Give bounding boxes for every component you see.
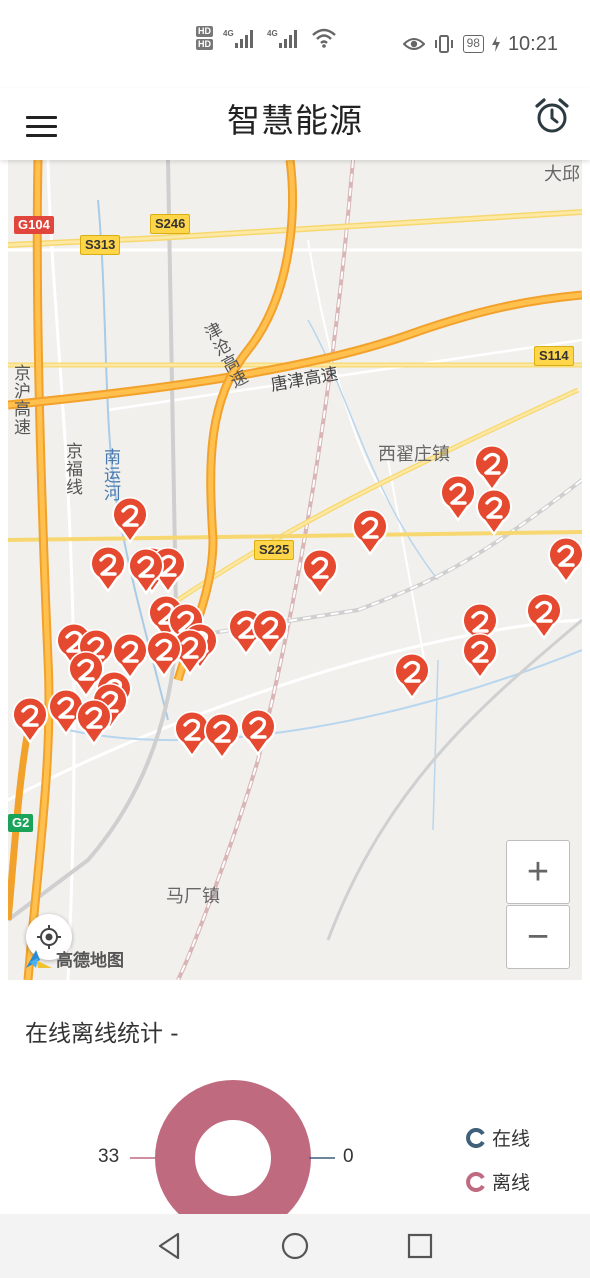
clock-time: 10:21: [507, 32, 558, 55]
offline-count: 33: [98, 1146, 120, 1167]
status-right-group: 98 10:21: [402, 30, 558, 58]
back-button[interactable]: [152, 1228, 188, 1264]
vibrate-icon: [434, 35, 453, 53]
recents-button[interactable]: [402, 1228, 438, 1264]
place-label: 马厂镇: [166, 886, 220, 907]
plus-icon: +: [526, 851, 550, 893]
station-pin[interactable]: [472, 486, 516, 538]
status-bar: HD HD 4G 4G 98 10:21: [0, 0, 590, 88]
road-label: 京福线: [62, 442, 82, 496]
app-screen: HD HD 4G 4G 98 10:21 智慧能源 西翟庄镇 马厂镇 大邱 津沧…: [0, 0, 590, 1278]
station-pin[interactable]: [544, 534, 582, 586]
amap-logo-icon: [26, 949, 52, 968]
alarm-button[interactable]: [532, 96, 572, 136]
route-shield: S246: [150, 214, 191, 234]
recents-square-icon: [407, 1233, 433, 1259]
station-pin[interactable]: [458, 630, 502, 682]
legend-label: 在线: [492, 1128, 531, 1150]
legend-ring-icon: [466, 1171, 485, 1192]
eye-icon: [402, 38, 425, 50]
legend-online[interactable]: 在线: [466, 1124, 530, 1151]
wifi-icon: [312, 28, 336, 48]
home-circle-icon: [281, 1232, 309, 1260]
route-shield: G2: [8, 814, 34, 832]
station-pin[interactable]: [522, 590, 566, 642]
station-pin[interactable]: [236, 706, 280, 758]
station-pin[interactable]: [390, 650, 434, 702]
signal-4g-icon-2: 4G: [267, 29, 297, 48]
back-triangle-icon: [158, 1232, 180, 1260]
page-title: 智慧能源: [227, 101, 363, 140]
donut-slice-offline: [155, 1080, 311, 1220]
home-button[interactable]: [277, 1228, 313, 1264]
place-label: 西翟庄镇: [378, 444, 450, 465]
online-count: 0: [343, 1146, 354, 1167]
minus-icon: −: [526, 916, 550, 958]
hd-badges: HD HD: [196, 26, 213, 50]
route-shield: S225: [254, 540, 295, 560]
route-shield: S114: [534, 346, 574, 366]
station-pin[interactable]: [8, 694, 52, 746]
route-shield: S313: [80, 235, 121, 255]
brand-text: 高德地图: [56, 951, 124, 971]
station-pin[interactable]: [108, 494, 152, 546]
map-view[interactable]: 西翟庄镇 马厂镇 大邱 津沧高速 唐津高速 南运河 京福线 京沪高速 G104 …: [8, 160, 582, 980]
zoom-out-button[interactable]: −: [506, 905, 570, 969]
alarm-clock-icon: [535, 98, 569, 133]
hd-badge-1: HD: [196, 26, 213, 37]
legend-label: 离线: [492, 1172, 531, 1194]
place-label: 大邱: [544, 164, 580, 185]
system-nav-bar: [0, 1214, 590, 1278]
status-donut-chart: 33 0 在线 离线: [0, 1060, 590, 1220]
route-shield: G104: [14, 216, 54, 234]
signal-group: HD HD 4G 4G: [196, 26, 337, 50]
road-label: 京沪高速: [10, 364, 30, 436]
battery-level: 98: [462, 35, 484, 53]
station-pin[interactable]: [142, 628, 186, 680]
station-pin[interactable]: [248, 606, 292, 658]
hd-badge-2: HD: [196, 39, 213, 50]
signal-4g-icon: 4G: [223, 29, 253, 48]
svg-text:4G: 4G: [223, 29, 234, 38]
station-pin[interactable]: [348, 506, 392, 558]
legend-ring-icon: [466, 1127, 485, 1148]
stats-title: 在线离线统计 -: [25, 1021, 179, 1047]
map-brand: 高德地图: [24, 946, 124, 971]
legend-offline[interactable]: 离线: [466, 1168, 530, 1195]
station-pin[interactable]: [298, 546, 342, 598]
svg-text:4G: 4G: [267, 29, 278, 38]
app-header: 智慧能源: [0, 88, 590, 160]
charging-icon: [491, 36, 500, 52]
station-pin[interactable]: [124, 545, 168, 597]
station-pin[interactable]: [72, 696, 116, 748]
zoom-in-button[interactable]: +: [506, 840, 570, 904]
